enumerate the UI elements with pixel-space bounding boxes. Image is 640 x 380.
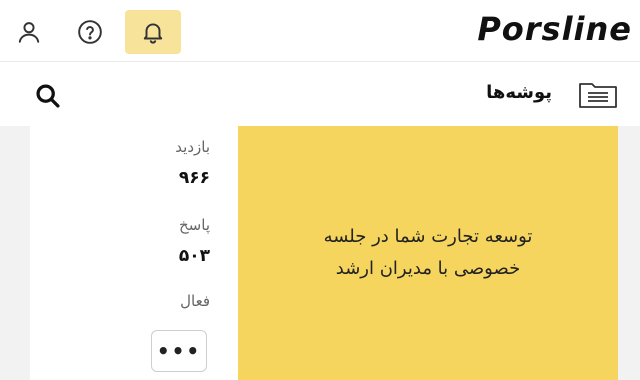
survey-title-line-2: خصوصی با مدیران ارشد — [335, 258, 521, 279]
more-options-button[interactable]: ••• — [151, 330, 207, 372]
brand-logo[interactable]: Porsline — [477, 10, 632, 48]
bell-icon[interactable] — [125, 10, 181, 54]
answers-value: ۵۰۳ — [178, 246, 210, 266]
survey-stats: بازدید ۹۶۶ پاسخ ۵۰۳ فعال ••• — [30, 126, 210, 380]
folder-title[interactable]: پوشه‌ها — [486, 82, 552, 103]
survey-card[interactable]: توسعه تجارت شما در جلسه خصوصی با مدیران … — [30, 126, 618, 380]
help-icon[interactable] — [67, 9, 113, 55]
folder-bar: پوشه‌ها — [0, 62, 640, 126]
status-badge: فعال — [180, 292, 210, 310]
search-icon[interactable] — [34, 82, 62, 110]
folder-icon[interactable] — [578, 78, 618, 110]
survey-title-line-1: توسعه تجارت شما در جلسه — [323, 226, 533, 247]
answers-label: پاسخ — [179, 216, 210, 234]
visits-value: ۹۶۶ — [178, 168, 210, 188]
visits-label: بازدید — [175, 138, 210, 156]
top-bar: Porsline — [0, 0, 640, 62]
content-area: توسعه تجارت شما در جلسه خصوصی با مدیران … — [0, 126, 640, 380]
user-icon[interactable] — [6, 9, 52, 55]
survey-banner[interactable]: توسعه تجارت شما در جلسه خصوصی با مدیران … — [238, 126, 618, 380]
survey-title: توسعه تجارت شما در جلسه خصوصی با مدیران … — [278, 221, 578, 285]
